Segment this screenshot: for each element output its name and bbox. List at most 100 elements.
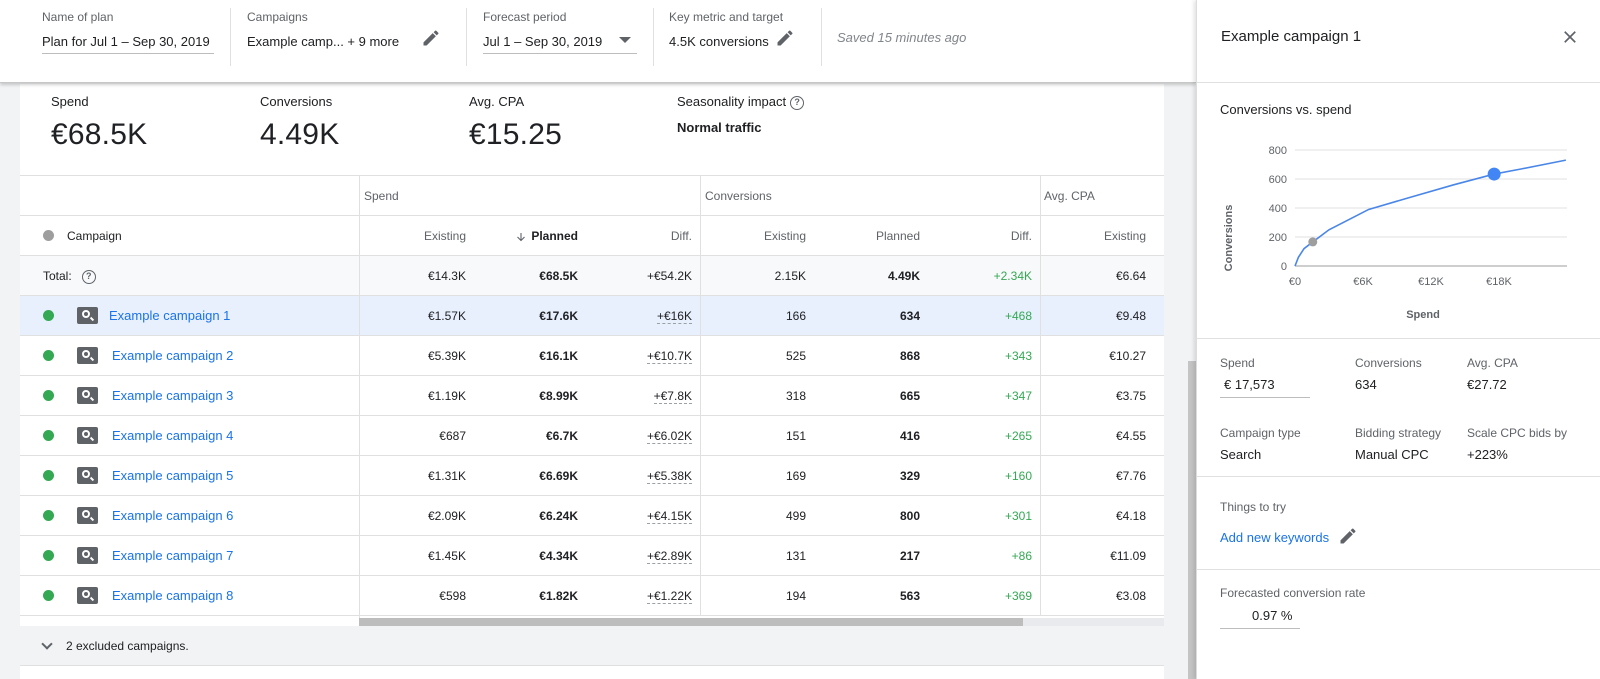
column-header-spend-existing[interactable]: Existing (360, 216, 466, 256)
search-campaign-icon (77, 467, 98, 484)
search-campaign-icon (77, 587, 98, 604)
summary-metrics: Spend €68.5K Conversions 4.49K Avg. CPA … (20, 84, 1164, 176)
column-header-conv-planned[interactable]: Planned (810, 216, 920, 256)
cell-spend-existing: €1.45K (427, 549, 466, 563)
forecasted-conversion-rate-input[interactable]: 0.97 % (1252, 608, 1292, 623)
cell-spend-diff: +€1.22K (580, 576, 692, 616)
chevron-down-icon[interactable] (619, 37, 631, 43)
table-row[interactable]: Example campaign 7 €1.45K €4.34K +€2.89K 131… (20, 536, 1164, 576)
edit-key-metric-pencil-icon[interactable] (775, 28, 795, 48)
table-row[interactable]: Example campaign 1 €1.57K €17.6K +€16K 166 63… (20, 296, 1164, 336)
spend-diff-value[interactable]: +€16K (656, 309, 692, 324)
things-to-try-label: Things to try (1220, 500, 1287, 514)
column-header-cpa-existing[interactable]: Existing (1040, 216, 1146, 256)
group-header-avg-cpa: Avg. CPA (1044, 189, 1095, 203)
cell-cpa-existing: €3.08 (1115, 589, 1146, 603)
column-header-conv-diff[interactable]: Diff. (920, 216, 1032, 256)
campaign-name-link[interactable]: Example campaign 3 (112, 376, 233, 416)
table-scrollbar-thumb[interactable] (359, 618, 1023, 626)
help-icon[interactable]: ? (790, 95, 805, 110)
campaign-name-link[interactable]: Example campaign 5 (112, 456, 233, 496)
table-row[interactable]: Example campaign 6 €2.09K €6.24K +€4.15K 499… (20, 496, 1164, 536)
help-icon[interactable]: ? (81, 269, 96, 284)
group-header-conversions: Conversions (705, 189, 772, 203)
page-scrollbar[interactable] (1188, 361, 1196, 679)
cell-spend-planned: €6.24K (539, 509, 578, 523)
panel-divider (1197, 82, 1600, 83)
plan-name-field[interactable]: Name of plan Plan for Jul 1 – Sep 30, 20… (42, 9, 210, 53)
table-row[interactable]: Example campaign 3 €1.19K €8.99K +€7.8K 318 6… (20, 376, 1164, 416)
column-header-spend-planned[interactable]: Planned (480, 216, 578, 256)
cell-spend-planned: €6.69K (539, 469, 578, 483)
cell-spend-diff: +€2.89K (580, 536, 692, 576)
search-campaign-icon (77, 347, 98, 364)
chart-marker-existing (1308, 237, 1318, 247)
panel-spend-input[interactable]: € 17,573 (1224, 377, 1275, 392)
chart-x-axis-label: Spend (1406, 309, 1440, 321)
cell-cpa-existing: €9.48 (1115, 309, 1146, 323)
campaign-name-link[interactable]: Example campaign 1 (109, 296, 230, 336)
cell-cpa-existing: €11.09 (1110, 549, 1146, 563)
edit-campaigns-pencil-icon[interactable] (421, 28, 441, 48)
excluded-campaigns-toggle[interactable]: 2 excluded campaigns. (20, 626, 1164, 666)
cell-cpa-existing: €3.75 (1115, 389, 1146, 403)
spend-diff-value[interactable]: +€7.8K (653, 389, 692, 404)
column-divider (700, 176, 701, 616)
cell-spend-diff: +€6.02K (580, 416, 692, 456)
table-row[interactable]: Example campaign 5 €1.31K €6.69K +€5.38K 169… (20, 456, 1164, 496)
campaign-name-link[interactable]: Example campaign 4 (112, 416, 233, 456)
table-row[interactable]: Example campaign 8 €598 €1.82K +€1.22K 194 56… (20, 576, 1164, 616)
cell-conv-existing: 525 (785, 349, 806, 363)
key-metric-field[interactable]: Key metric and target 4.5K conversions (669, 9, 783, 53)
spend-diff-value[interactable]: +€4.15K (646, 509, 692, 524)
table-total-row: Total:? €14.3K €68.5K +€54.2K 2.15K 4.49… (20, 256, 1164, 296)
cell-spend-planned: €6.7K (545, 429, 578, 443)
column-header-campaign[interactable]: Campaign (67, 216, 122, 256)
status-enabled-icon (43, 590, 54, 601)
spend-diff-value[interactable]: +€10.7K (646, 349, 692, 364)
forecast-period-value[interactable]: Jul 1 – Sep 30, 2019 (483, 31, 602, 53)
chart-y-tick-label: 200 (1269, 232, 1287, 244)
panel-avg-cpa-label: Avg. CPA (1467, 356, 1518, 370)
campaign-name-link[interactable]: Example campaign 7 (112, 536, 233, 576)
campaign-name-link[interactable]: Example campaign 2 (112, 336, 233, 376)
campaign-type-label: Campaign type (1220, 426, 1301, 440)
cell-conv-planned: 416 (899, 429, 920, 443)
spend-diff-value[interactable]: +€5.38K (646, 469, 692, 484)
status-dot-icon (43, 230, 54, 241)
spend-diff-value[interactable]: +€1.22K (646, 589, 692, 604)
plan-name-value[interactable]: Plan for Jul 1 – Sep 30, 2019 (42, 31, 210, 53)
column-header-spend-diff[interactable]: Diff. (580, 216, 692, 256)
search-campaign-icon (77, 387, 98, 404)
search-campaign-icon (77, 547, 98, 564)
chart-y-axis-label: Conversions (1223, 205, 1235, 272)
pencil-icon[interactable] (1338, 526, 1358, 546)
key-metric-value[interactable]: 4.5K conversions (669, 31, 783, 53)
table-column-header: Campaign Existing Planned Diff. Existing… (20, 216, 1164, 256)
bidding-strategy-value: Manual CPC (1355, 447, 1429, 462)
add-new-keywords-link[interactable]: Add new keywords (1220, 530, 1329, 545)
chart-x-tick-label: €6K (1353, 276, 1373, 288)
cell-spend-planned: €16.1K (539, 349, 578, 363)
campaigns-value[interactable]: Example camp... + 9 more (247, 31, 399, 53)
spend-diff-value[interactable]: +€6.02K (646, 429, 692, 444)
chart-y-tick-label: 800 (1269, 145, 1287, 157)
summary-conversions-value: 4.49K (260, 118, 340, 151)
table-row[interactable]: Example campaign 4 €687 €6.7K +€6.02K 151 416… (20, 416, 1164, 456)
cell-spend-planned: €17.6K (539, 309, 578, 323)
column-header-conv-existing[interactable]: Existing (700, 216, 806, 256)
total-conv-planned: 4.49K (887, 269, 920, 283)
close-icon[interactable] (1561, 28, 1579, 46)
header-divider (821, 8, 822, 66)
chevron-down-icon[interactable] (41, 638, 53, 650)
table-row[interactable]: Example campaign 2 €5.39K €16.1K +€10.7K 525… (20, 336, 1164, 376)
forecast-period-field[interactable]: Forecast period Jul 1 – Sep 30, 2019 (483, 9, 602, 53)
status-enabled-icon (43, 510, 54, 521)
spend-diff-value[interactable]: +€2.89K (646, 549, 692, 564)
status-enabled-icon (43, 390, 54, 401)
total-label-text: Total: (43, 269, 72, 283)
campaign-name-link[interactable]: Example campaign 6 (112, 496, 233, 536)
campaigns-field[interactable]: Campaigns Example camp... + 9 more (247, 9, 399, 53)
chart-y-tick-label: 0 (1281, 261, 1287, 273)
campaign-name-link[interactable]: Example campaign 8 (112, 576, 233, 616)
